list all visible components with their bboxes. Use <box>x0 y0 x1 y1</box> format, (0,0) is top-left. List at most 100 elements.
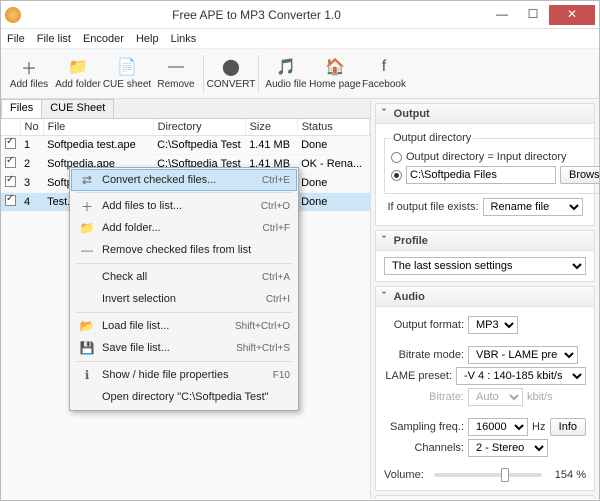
settings-pane: ˇOutput Output directory Output director… <box>371 99 599 499</box>
channels-label: Channels: <box>384 442 464 454</box>
profile-select[interactable]: The last session settings <box>384 257 586 275</box>
menu-item[interactable]: ℹShow / hide file propertiesF10 <box>72 364 296 386</box>
add-folder-icon: 📁 <box>68 57 88 77</box>
row-checkbox[interactable] <box>5 176 16 187</box>
bitrate-mode-select[interactable]: VBR - LAME preset <box>468 346 578 364</box>
toolbar-separator <box>258 55 259 93</box>
chevron-down-icon[interactable]: ˇ <box>382 235 386 247</box>
tool-convert[interactable]: ⬤CONVERT <box>207 52 255 96</box>
context-menu: ⇄ Convert checked files... Ctrl+E ＋Add file… <box>69 167 299 411</box>
menu-item-shortcut: Shift+Ctrl+S <box>236 343 290 354</box>
format-select[interactable]: MP3 <box>468 316 518 334</box>
menu-item[interactable]: ⇄ Convert checked files... Ctrl+E <box>71 169 297 191</box>
menu-separator <box>76 192 292 193</box>
toolbar: ＋Add files📁Add folder📄CUE sheet—Remove⬤C… <box>1 49 599 99</box>
tool-audio-file[interactable]: 🎵Audio file <box>262 52 310 96</box>
format-label: Output format: <box>384 319 464 331</box>
menu-item-label: Invert selection <box>102 293 260 305</box>
menu-item-icon: 💾 <box>78 341 96 355</box>
menu-item-icon: ＋ <box>78 198 96 215</box>
col-file[interactable]: File <box>43 119 153 136</box>
bitrate-label: Bitrate: <box>384 391 464 403</box>
app-icon <box>5 7 21 23</box>
channels-select[interactable]: 2 - Stereo <box>468 439 548 457</box>
tool-remove[interactable]: —Remove <box>152 52 200 96</box>
menu-links[interactable]: Links <box>171 33 197 45</box>
menu-item-shortcut: F10 <box>273 370 290 381</box>
table-row[interactable]: 1Softpedia test.apeC:\Softpedia Test1.41… <box>1 136 370 155</box>
menu-item-shortcut: Ctrl+E <box>262 175 290 186</box>
col-size[interactable]: Size <box>245 119 297 136</box>
row-checkbox[interactable] <box>5 138 16 149</box>
menu-item[interactable]: Invert selection Ctrl+I <box>72 288 296 310</box>
facebook-icon: f <box>374 57 394 77</box>
menu-item-label: Load file list... <box>102 320 229 332</box>
toolbar-separator <box>203 55 204 93</box>
output-path-input[interactable] <box>406 166 556 184</box>
menu-separator <box>76 312 292 313</box>
menu-item-icon: ⇄ <box>78 173 96 187</box>
col-dir[interactable]: Directory <box>153 119 245 136</box>
menu-separator <box>76 361 292 362</box>
menu-encoder[interactable]: Encoder <box>83 33 124 45</box>
freq-select[interactable]: 16000 <box>468 418 528 436</box>
browse-button[interactable]: Browse... <box>560 166 599 184</box>
close-button[interactable]: ✕ <box>549 5 595 25</box>
tool-facebook[interactable]: fFacebook <box>360 52 408 96</box>
tool-home-page[interactable]: 🏠Home page <box>311 52 359 96</box>
titlebar: Free APE to MP3 Converter 1.0 — ☐ ✕ <box>1 1 599 29</box>
menu-item-icon: — <box>78 243 96 257</box>
exists-select[interactable]: Rename file <box>483 198 583 216</box>
maximize-button[interactable]: ☐ <box>518 5 548 25</box>
menu-item[interactable]: Open directory "C:\Softpedia Test" <box>72 386 296 408</box>
menu-item[interactable]: Check allCtrl+A <box>72 266 296 288</box>
menu-item[interactable]: 📂Load file list...Shift+Ctrl+O <box>72 315 296 337</box>
menubar: File File list Encoder Help Links <box>1 29 599 49</box>
audio-panel: ˇAudio Output format:MP3 Bitrate mode:VB… <box>375 286 595 491</box>
menu-item-shortcut: Ctrl+I <box>266 294 290 305</box>
chevron-down-icon[interactable]: ˇ <box>382 108 386 120</box>
menu-item[interactable]: 💾Save file list...Shift+Ctrl+S <box>72 337 296 359</box>
volume-slider[interactable] <box>434 473 542 477</box>
remove-icon: — <box>166 57 186 77</box>
menu-item-label: Convert checked files... <box>102 174 256 186</box>
chevron-down-icon[interactable]: ˇ <box>382 291 386 303</box>
menu-help[interactable]: Help <box>136 33 159 45</box>
tool-add-files[interactable]: ＋Add files <box>5 52 53 96</box>
menu-separator <box>76 263 292 264</box>
home-page-icon: 🏠 <box>325 57 345 77</box>
menu-item[interactable]: —Remove checked files from list <box>72 239 296 261</box>
radio-output-path[interactable] <box>391 170 402 181</box>
lame-preset-select[interactable]: -V 4 : 140-185 kbit/s - Medium <box>456 367 586 385</box>
bitrate-select: Auto <box>468 388 523 406</box>
tool-cue-sheet[interactable]: 📄CUE sheet <box>103 52 151 96</box>
menu-item-icon: 📁 <box>78 221 96 235</box>
info-button[interactable]: Info <box>550 418 586 436</box>
tool-add-folder[interactable]: 📁Add folder <box>54 52 102 96</box>
menu-item-label: Open directory "C:\Softpedia Test" <box>102 391 284 403</box>
additional-panel: ˇAdditional settings Range Start time of… <box>375 495 595 499</box>
menu-item-shortcut: Ctrl+O <box>261 201 290 212</box>
radio-output-same-label: Output directory = Input directory <box>406 151 567 163</box>
cue-sheet-icon: 📄 <box>117 57 137 77</box>
minimize-button[interactable]: — <box>487 5 517 25</box>
row-checkbox[interactable] <box>5 195 16 206</box>
menu-file[interactable]: File <box>7 33 25 45</box>
file-list-pane: Files CUE Sheet No File Directory Size S… <box>1 99 371 499</box>
menu-item[interactable]: ＋Add files to list...Ctrl+O <box>72 195 296 217</box>
volume-thumb[interactable] <box>501 468 509 482</box>
tab-files[interactable]: Files <box>1 99 42 118</box>
tab-cue-sheet[interactable]: CUE Sheet <box>41 99 114 118</box>
exists-label: If output file exists: <box>387 201 478 213</box>
volume-label: Volume: <box>384 469 430 481</box>
radio-output-same[interactable] <box>391 152 402 163</box>
row-checkbox[interactable] <box>5 157 16 168</box>
col-status[interactable]: Status <box>297 119 369 136</box>
menu-item[interactable]: 📁Add folder...Ctrl+F <box>72 217 296 239</box>
col-no[interactable]: No <box>20 119 43 136</box>
menu-filelist[interactable]: File list <box>37 33 71 45</box>
menu-item-label: Check all <box>102 271 256 283</box>
output-panel: ˇOutput Output directory Output director… <box>375 103 595 226</box>
bitrate-unit: kbit/s <box>527 391 553 403</box>
menu-item-shortcut: Shift+Ctrl+O <box>235 321 290 332</box>
